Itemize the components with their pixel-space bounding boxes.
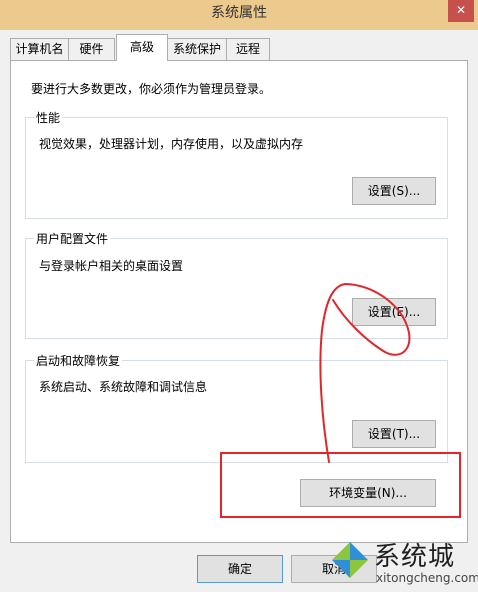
tab-remote[interactable]: 远程 <box>226 38 270 60</box>
performance-description: 视觉效果，处理器计划，内存使用，以及虚拟内存 <box>39 137 304 151</box>
startup-recovery-description: 系统启动、系统故障和调试信息 <box>39 380 208 394</box>
tab-advanced[interactable]: 高级 <box>116 34 168 61</box>
window-title: 系统属性 <box>211 5 267 21</box>
environment-variables-button[interactable]: 环境变量(N)... <box>300 479 436 507</box>
user-profiles-settings-button[interactable]: 设置(E)... <box>352 298 436 326</box>
startup-recovery-settings-button[interactable]: 设置(T)... <box>352 420 436 448</box>
admin-note: 要进行大多数更改，你必须作为管理员登录。 <box>31 82 272 96</box>
ok-button[interactable]: 确定 <box>197 555 283 583</box>
watermark-domain: xitongcheng.com <box>376 571 478 585</box>
tab-hardware[interactable]: 硬件 <box>68 38 115 60</box>
tab-computer-name[interactable]: 计算机名 <box>10 38 69 60</box>
user-profiles-group-title: 用户配置文件 <box>34 230 111 247</box>
startup-recovery-group-title: 启动和故障恢复 <box>34 352 123 369</box>
title-bar[interactable]: 系统属性 ✕ <box>0 0 478 30</box>
tab-system-protection[interactable]: 系统保护 <box>167 38 227 60</box>
user-profiles-description: 与登录帐户相关的桌面设置 <box>39 259 184 273</box>
site-watermark: 系统城 xitongcheng.com <box>318 534 478 592</box>
close-icon[interactable]: ✕ <box>448 0 474 22</box>
watermark-logo-icon <box>332 542 368 578</box>
performance-group-title: 性能 <box>34 109 63 126</box>
watermark-name: 系统城 <box>374 542 456 572</box>
performance-settings-button[interactable]: 设置(S)... <box>352 177 436 205</box>
